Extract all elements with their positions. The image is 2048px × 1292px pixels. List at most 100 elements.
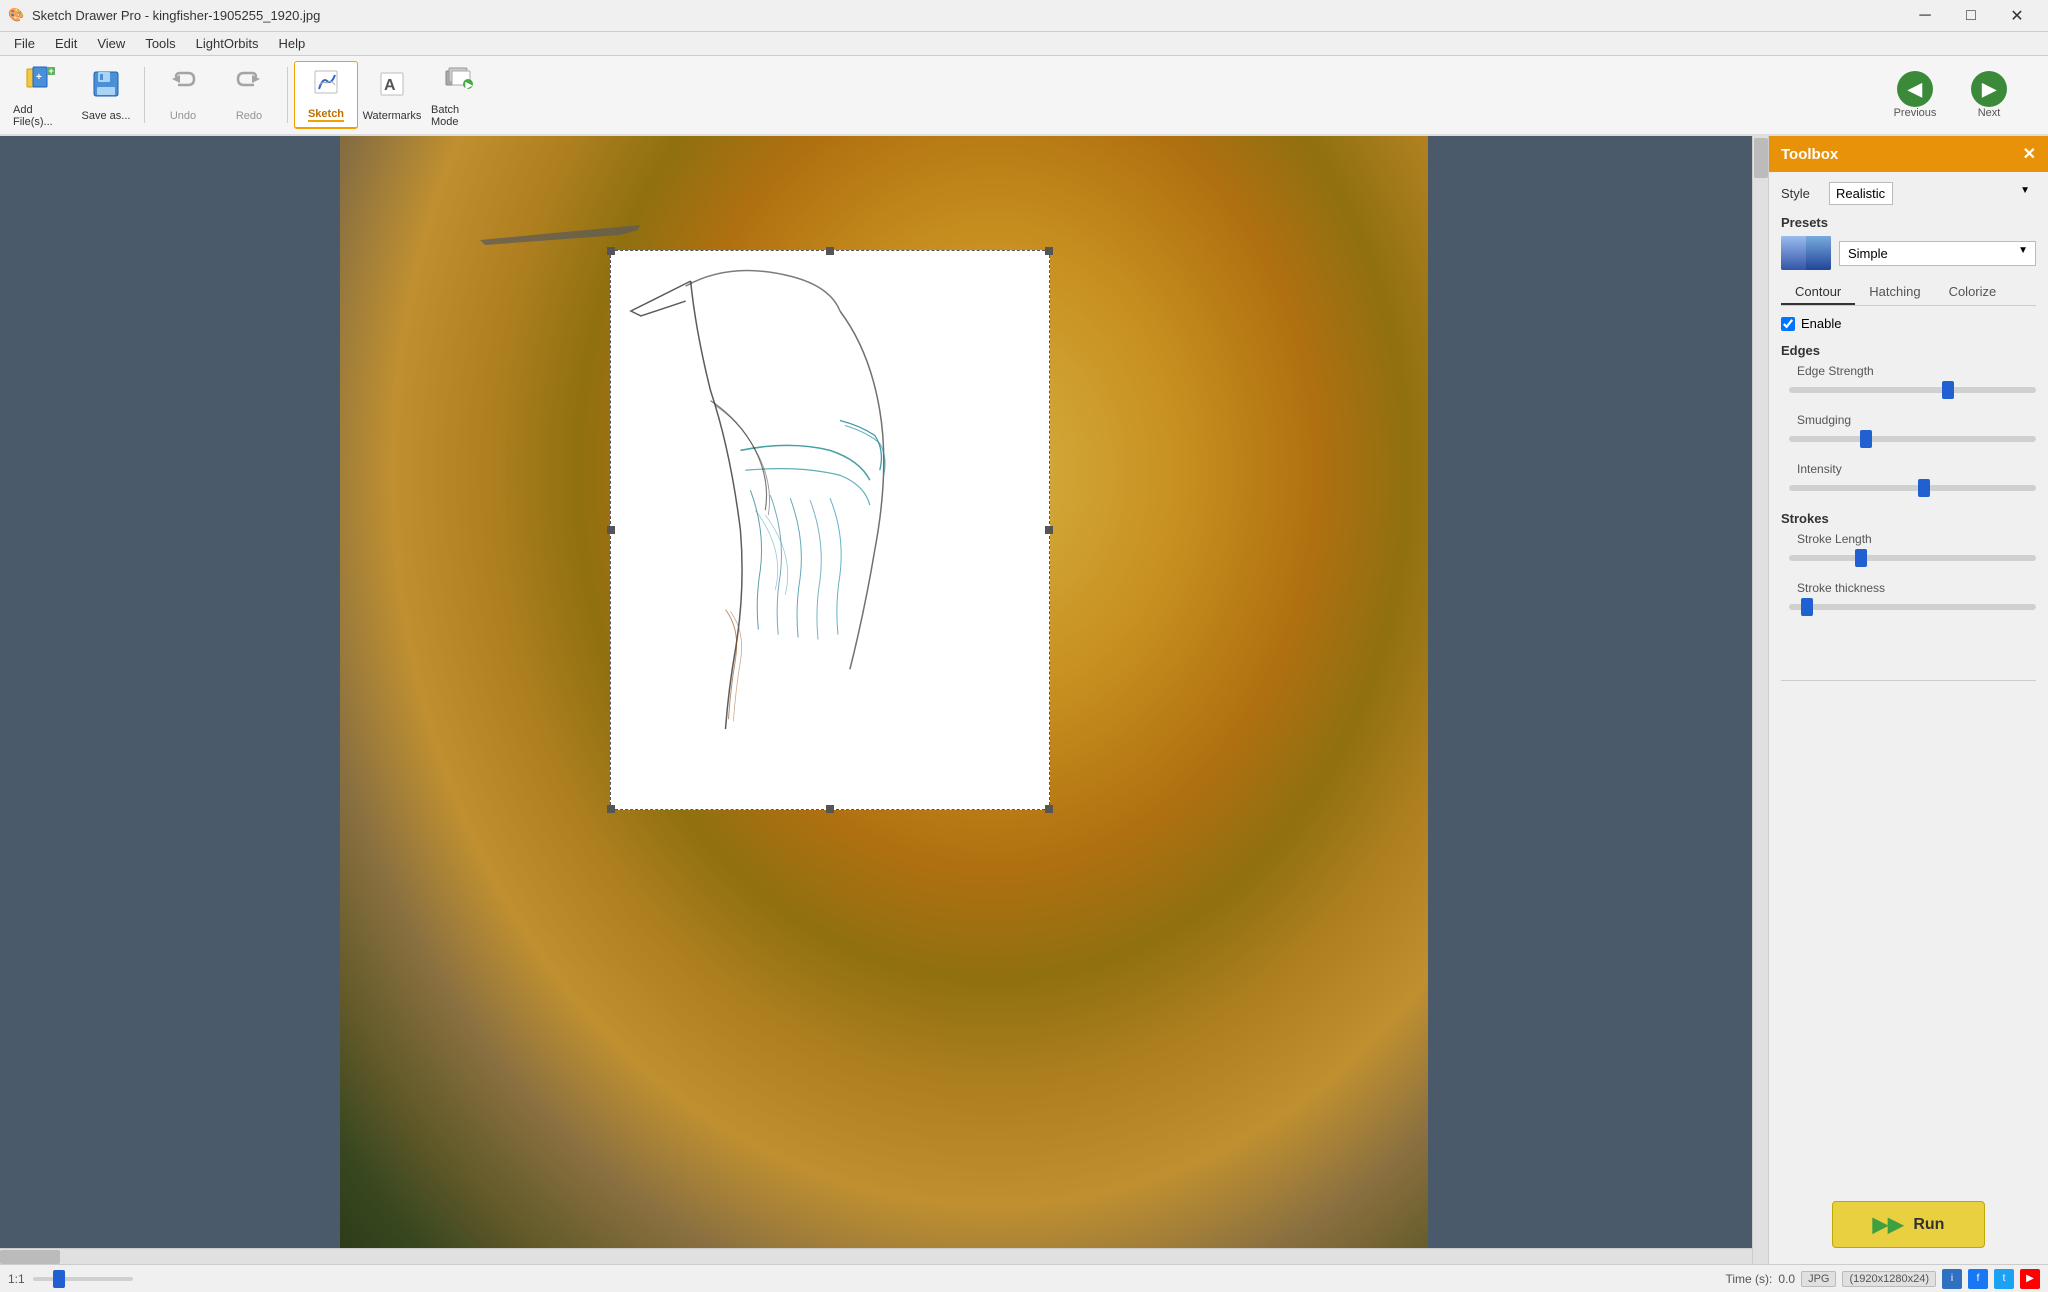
undo-label: Undo xyxy=(170,110,196,122)
intensity-label: Intensity xyxy=(1797,462,2036,476)
style-select[interactable]: Realistic xyxy=(1829,182,1893,205)
run-arrow-icon: ▶▶ xyxy=(1873,1212,1904,1237)
time-value: 0.0 xyxy=(1778,1272,1795,1286)
tabs-row: Contour Hatching Colorize xyxy=(1781,280,2036,306)
redo-icon xyxy=(234,69,264,106)
previous-label: Previous xyxy=(1894,107,1937,119)
svg-text:+: + xyxy=(36,72,42,83)
toolbox-content: Style Realistic Presets xyxy=(1769,172,2048,1185)
menu-edit[interactable]: Edit xyxy=(45,32,87,56)
twitter-icon-button[interactable]: t xyxy=(1994,1269,2014,1289)
menu-help[interactable]: Help xyxy=(269,32,316,56)
svg-text:▶: ▶ xyxy=(465,80,474,90)
smudging-row: Smudging xyxy=(1789,413,2036,450)
handle-top[interactable] xyxy=(826,247,834,255)
toolbox-spacer xyxy=(1781,630,2036,670)
add-files-button[interactable]: + + Add File(s)... xyxy=(8,61,72,129)
maximize-button[interactable]: □ xyxy=(1948,0,1994,32)
enable-checkbox[interactable] xyxy=(1781,317,1795,331)
presets-select[interactable]: Simple Classic Detailed xyxy=(1839,241,2036,266)
info-icon-button[interactable]: i xyxy=(1942,1269,1962,1289)
stroke-thickness-label: Stroke thickness xyxy=(1797,581,2036,595)
tab-colorize[interactable]: Colorize xyxy=(1935,280,2011,305)
sketch-button[interactable]: Sketch xyxy=(294,61,358,129)
corner-handle-bl[interactable] xyxy=(607,805,615,813)
save-as-label: Save as... xyxy=(82,110,131,122)
batch-mode-button[interactable]: ▶ Batch Mode xyxy=(426,61,490,129)
youtube-icon-button[interactable]: ▶ xyxy=(2020,1269,2040,1289)
batch-mode-label: Batch Mode xyxy=(431,104,485,128)
nav-buttons: ◀ Previous ▶ Next xyxy=(1880,61,2024,129)
handle-right[interactable] xyxy=(1045,526,1053,534)
toolbox-panel: Toolbox ✕ Style Realistic Presets xyxy=(1768,136,2048,1264)
window-controls: ─ □ ✕ xyxy=(1902,0,2040,32)
zoom-slider[interactable] xyxy=(33,1277,133,1281)
svg-text:+: + xyxy=(49,66,54,76)
menu-tools[interactable]: Tools xyxy=(135,32,185,56)
handle-bottom[interactable] xyxy=(826,805,834,813)
add-files-label: Add File(s)... xyxy=(13,104,67,128)
save-as-button[interactable]: Save as... xyxy=(74,61,138,129)
presets-row: Simple Classic Detailed xyxy=(1781,236,2036,270)
run-section: ▶▶ Run xyxy=(1769,1185,2048,1264)
enable-label: Enable xyxy=(1801,316,1841,331)
scrollbar-thumb-h[interactable] xyxy=(0,1250,60,1264)
redo-label: Redo xyxy=(236,110,262,122)
stroke-thickness-slider[interactable] xyxy=(1789,604,2036,610)
redo-button[interactable]: Redo xyxy=(217,61,281,129)
minimize-button[interactable]: ─ xyxy=(1902,0,1948,32)
enable-row: Enable xyxy=(1781,316,2036,331)
bird-beak xyxy=(480,210,640,273)
undo-button[interactable]: Undo xyxy=(151,61,215,129)
presets-label: Presets xyxy=(1781,215,2036,230)
dimensions-badge: (1920x1280x24) xyxy=(1842,1271,1936,1287)
corner-handle-tr[interactable] xyxy=(1045,247,1053,255)
presets-section: Presets Simple Classic Detailed xyxy=(1781,215,2036,270)
toolbar: + + Add File(s)... Save as... Und xyxy=(0,56,2048,136)
edge-strength-label: Edge Strength xyxy=(1797,364,2036,378)
toolbar-separator-1 xyxy=(144,67,145,123)
menu-softorbits[interactable]: LightOrbits xyxy=(186,32,269,56)
scrollbar-thumb[interactable] xyxy=(1754,138,1768,178)
previous-button[interactable]: ◀ Previous xyxy=(1880,61,1950,129)
main-area: Toolbox ✕ Style Realistic Presets xyxy=(0,136,2048,1264)
menu-view[interactable]: View xyxy=(87,32,135,56)
stroke-thickness-row: Stroke thickness xyxy=(1789,581,2036,618)
sketch-label: Sketch xyxy=(308,108,344,122)
intensity-slider[interactable] xyxy=(1789,485,2036,491)
stroke-length-slider[interactable] xyxy=(1789,555,2036,561)
toolbox-title: Toolbox xyxy=(1781,146,1838,163)
vertical-scrollbar[interactable] xyxy=(1752,136,1768,1264)
stroke-length-label: Stroke Length xyxy=(1797,532,2036,546)
horizontal-scrollbar[interactable] xyxy=(0,1248,1752,1264)
strokes-section: Strokes Stroke Length Stroke thickness xyxy=(1781,511,2036,618)
handle-left[interactable] xyxy=(607,526,615,534)
corner-handle-br[interactable] xyxy=(1045,805,1053,813)
facebook-icon-button[interactable]: f xyxy=(1968,1269,1988,1289)
tab-hatching[interactable]: Hatching xyxy=(1855,280,1934,305)
previous-icon: ◀ xyxy=(1897,71,1933,107)
watermarks-icon: A xyxy=(377,69,407,106)
style-row: Style Realistic xyxy=(1781,182,2036,205)
add-files-icon: + + xyxy=(25,63,55,100)
style-select-wrapper: Realistic xyxy=(1829,182,2036,205)
canvas-area[interactable] xyxy=(0,136,1768,1264)
tab-contour[interactable]: Contour xyxy=(1781,280,1855,305)
next-label: Next xyxy=(1978,107,2001,119)
strokes-section-label: Strokes xyxy=(1781,511,2036,526)
next-button[interactable]: ▶ Next xyxy=(1954,61,2024,129)
sketch-bird-drawing xyxy=(611,251,1049,809)
zoom-ratio: 1:1 xyxy=(8,1272,25,1286)
undo-icon xyxy=(168,69,198,106)
menu-file[interactable]: File xyxy=(4,32,45,56)
sketch-icon xyxy=(311,67,341,104)
status-left: 1:1 xyxy=(8,1272,1718,1286)
batch-mode-icon: ▶ xyxy=(443,63,473,100)
smudging-slider[interactable] xyxy=(1789,436,2036,442)
title-bar: 🎨 Sketch Drawer Pro - kingfisher-1905255… xyxy=(0,0,2048,32)
toolbox-close-button[interactable]: ✕ xyxy=(2023,144,2036,164)
run-button[interactable]: ▶▶ Run xyxy=(1832,1201,1986,1248)
edge-strength-slider[interactable] xyxy=(1789,387,2036,393)
close-button[interactable]: ✕ xyxy=(1994,0,2040,32)
watermarks-button[interactable]: A Watermarks xyxy=(360,61,424,129)
